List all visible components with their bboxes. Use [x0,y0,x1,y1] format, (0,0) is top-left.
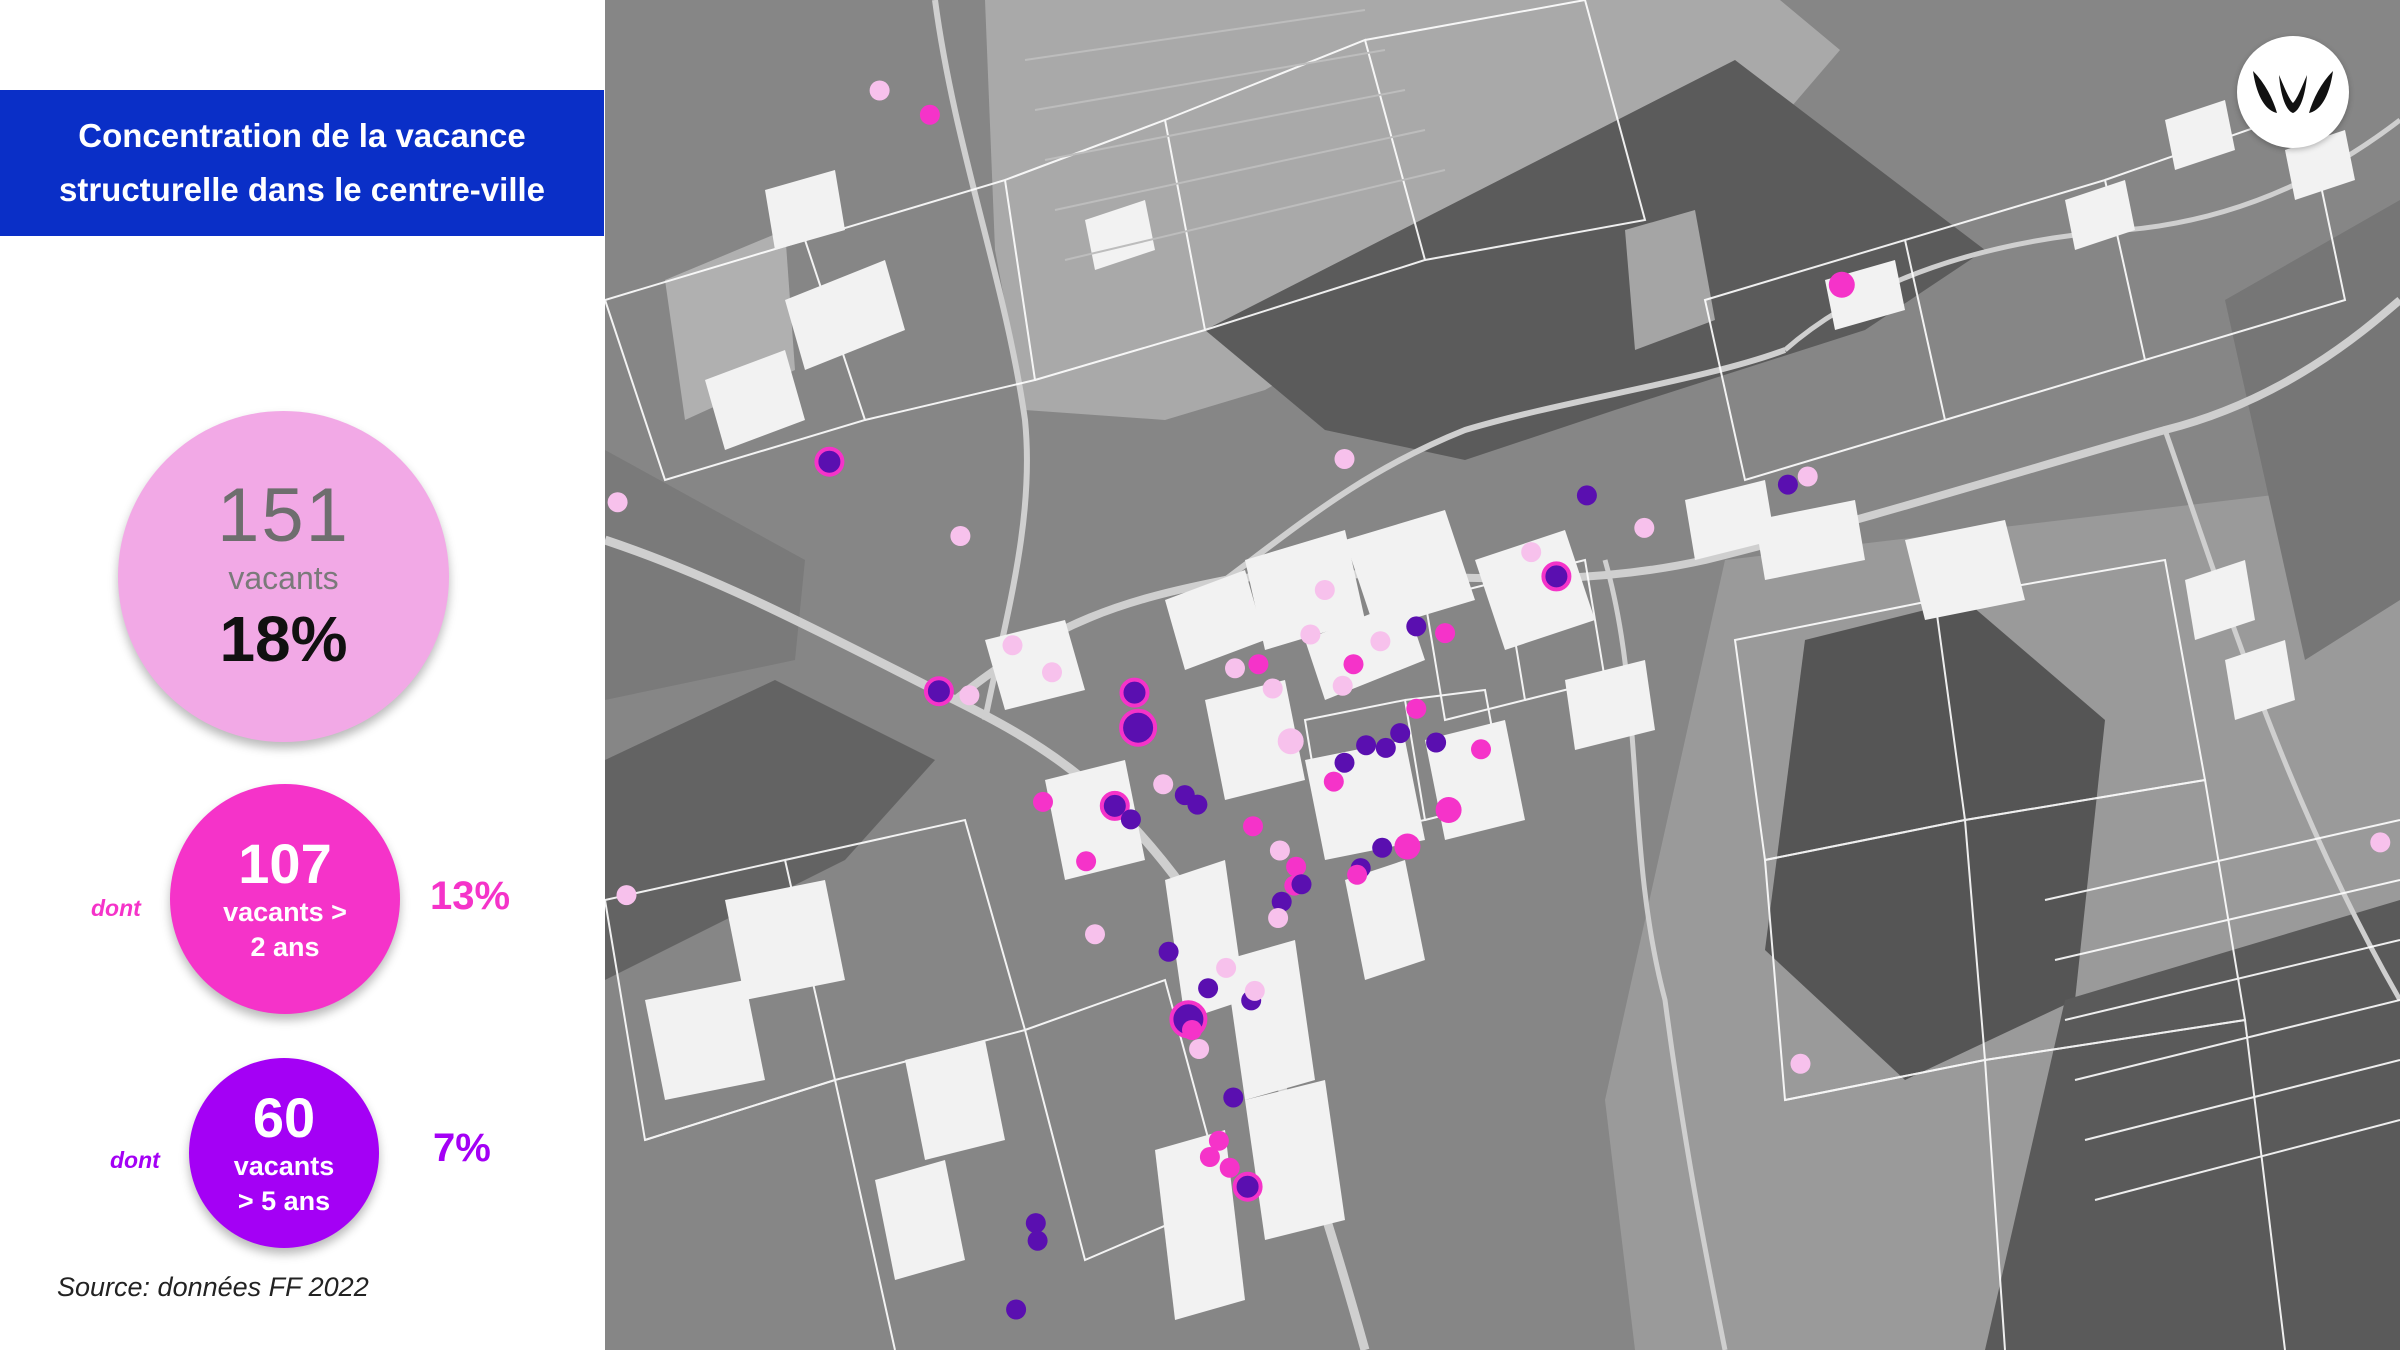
vacancy-marker-total[interactable] [1521,542,1542,563]
title-banner: Concentration de la vacance structurelle… [0,90,604,236]
total-vacancy-percent: 18% [219,602,348,675]
vacancy-marker-over-5-years[interactable] [1232,1171,1263,1202]
vacancy-marker-over-5-years[interactable] [1777,474,1798,495]
over-2-years-prefix: dont [91,895,141,921]
vacancy-marker-over-5-years[interactable] [923,676,954,707]
over-2-years-percent: 13% [430,874,511,918]
vacancy-marker-over-5-years[interactable] [1390,723,1411,744]
vacancy-marker-over-2-years[interactable] [1033,791,1053,812]
vacancy-marker-total[interactable] [959,685,980,706]
vacancy-marker-total[interactable] [869,80,890,101]
vacancy-marker-over-5-years[interactable] [1006,1299,1027,1320]
title-line-2: structurelle dans le centre-ville [58,171,546,208]
vacancy-marker-over-2-years[interactable] [1182,1020,1202,1040]
vacancy-marker-total[interactable] [1300,624,1321,645]
over-2-years-label-2: 2 ans [250,932,320,962]
vacancy-marker-total[interactable] [607,492,628,513]
vacancy-marker-total[interactable] [1334,449,1355,469]
over-5-years-percent: 7% [433,1126,491,1170]
over-5-years-prefix: dont [110,1147,160,1173]
source-note: Source: données FF 2022 [57,1272,369,1302]
vacancy-marker-total[interactable] [950,526,971,546]
over-5-years-label-1: vacants [233,1151,335,1181]
vacancy-marker-over-2-years[interactable] [1248,654,1269,675]
vacancy-marker-total[interactable] [616,885,637,906]
vacancy-marker-over-5-years[interactable] [1198,978,1219,999]
vacancy-marker-over-2-years[interactable] [1347,864,1368,885]
vacancy-marker-over-2-years[interactable] [1471,739,1491,760]
vacancy-marker-over-2-years[interactable] [1219,1157,1240,1178]
vacancy-marker-over-2-years[interactable] [1406,698,1427,719]
vacancy-marker-over-5-years[interactable] [1187,794,1208,815]
vacancy-marker-total[interactable] [1085,924,1105,945]
info-panel: Concentration de la vacance structurelle… [0,0,605,1350]
over-2-years-count: 107 [238,832,332,895]
vacancy-marker-total[interactable] [1370,631,1391,652]
vacancy-marker-over-5-years[interactable] [1406,616,1427,637]
total-vacancy-circle: 151 vacants 18% [118,411,449,742]
vacancy-marker-over-2-years[interactable] [1394,833,1421,860]
vacancy-marker-over-5-years[interactable] [1223,1087,1244,1108]
vacancy-marker-total[interactable] [1262,678,1283,699]
vacancy-marker-total[interactable] [1225,658,1245,679]
over-2-years-label-1: vacants > [223,897,347,927]
vacancy-marker-over-5-years[interactable] [1119,677,1150,708]
vacancy-marker-total[interactable] [2370,832,2391,853]
over-5-years-circle: 60 vacants > 5 ans [189,1058,379,1248]
vacancy-marker-over-2-years[interactable] [1435,623,1456,644]
vacancy-marker-total[interactable] [1189,1039,1210,1059]
vacancy-marker-total[interactable] [1269,840,1290,861]
vacancy-marker-total[interactable] [1244,980,1265,1001]
vacancy-marker-over-2-years[interactable] [1435,797,1462,823]
vacancy-marker-over-5-years[interactable] [1158,941,1179,962]
over-5-years-count: 60 [252,1086,316,1149]
over-5-years-label-2: > 5 ans [237,1186,331,1216]
vacancy-marker-over-2-years[interactable] [1243,816,1263,837]
vacancy-marker-over-2-years[interactable] [1343,654,1364,675]
vacancy-marker-total[interactable] [1332,675,1353,696]
total-vacancy-count: 151 [217,472,350,558]
title-line-1: Concentration de la vacance [78,117,526,154]
vacancy-marker-total[interactable] [1790,1053,1811,1074]
vacancy-marker-total[interactable] [1153,774,1174,795]
map-terrain [605,0,2400,1350]
vacancy-marker-over-2-years[interactable] [1286,856,1307,877]
vacancy-marker-over-5-years[interactable] [1372,837,1393,858]
vacancy-marker-total[interactable] [1002,635,1023,656]
vacancy-marker-over-5-years[interactable] [1291,874,1312,895]
vacancy-marker-over-5-years[interactable] [1027,1230,1048,1251]
vacancy-marker-over-5-years[interactable] [1541,561,1572,592]
vacancy-marker-over-5-years[interactable] [1426,732,1447,753]
vacancy-marker-total[interactable] [1634,517,1655,538]
vacancy-marker-over-5-years[interactable] [1356,735,1377,756]
vacancy-marker-total[interactable] [1216,957,1237,978]
aerial-map[interactable] [605,0,2400,1350]
vacancy-marker-over-2-years[interactable] [919,104,940,125]
vacancy-marker-over-5-years[interactable] [1576,485,1597,506]
vacancy-marker-over-5-years[interactable] [1025,1213,1046,1234]
vacancy-marker-total[interactable] [1277,728,1304,755]
vacancy-marker-total[interactable] [1797,466,1818,487]
vacancy-marker-over-5-years[interactable] [814,446,845,477]
vacancy-marker-over-5-years[interactable] [1334,752,1355,773]
vacancy-marker-over-2-years[interactable] [1199,1147,1220,1167]
vacancy-marker-over-2-years[interactable] [1323,771,1344,792]
vacancy-marker-total[interactable] [1268,908,1289,928]
vacancy-marker-over-5-years[interactable] [1120,809,1141,830]
vacancy-marker-total[interactable] [1314,580,1335,600]
total-vacancy-label: vacants [228,559,339,596]
brand-logo [2237,36,2349,148]
vacancy-marker-total[interactable] [1042,662,1062,683]
vacancy-marker-over-5-years[interactable] [1119,708,1158,747]
vacancy-marker-over-5-years[interactable] [1375,737,1396,758]
vacancy-marker-over-2-years[interactable] [1828,271,1855,298]
logo-icon [2253,71,2333,113]
vacancy-marker-over-2-years[interactable] [1076,851,1097,872]
over-2-years-circle: 107 vacants > 2 ans [170,784,400,1014]
